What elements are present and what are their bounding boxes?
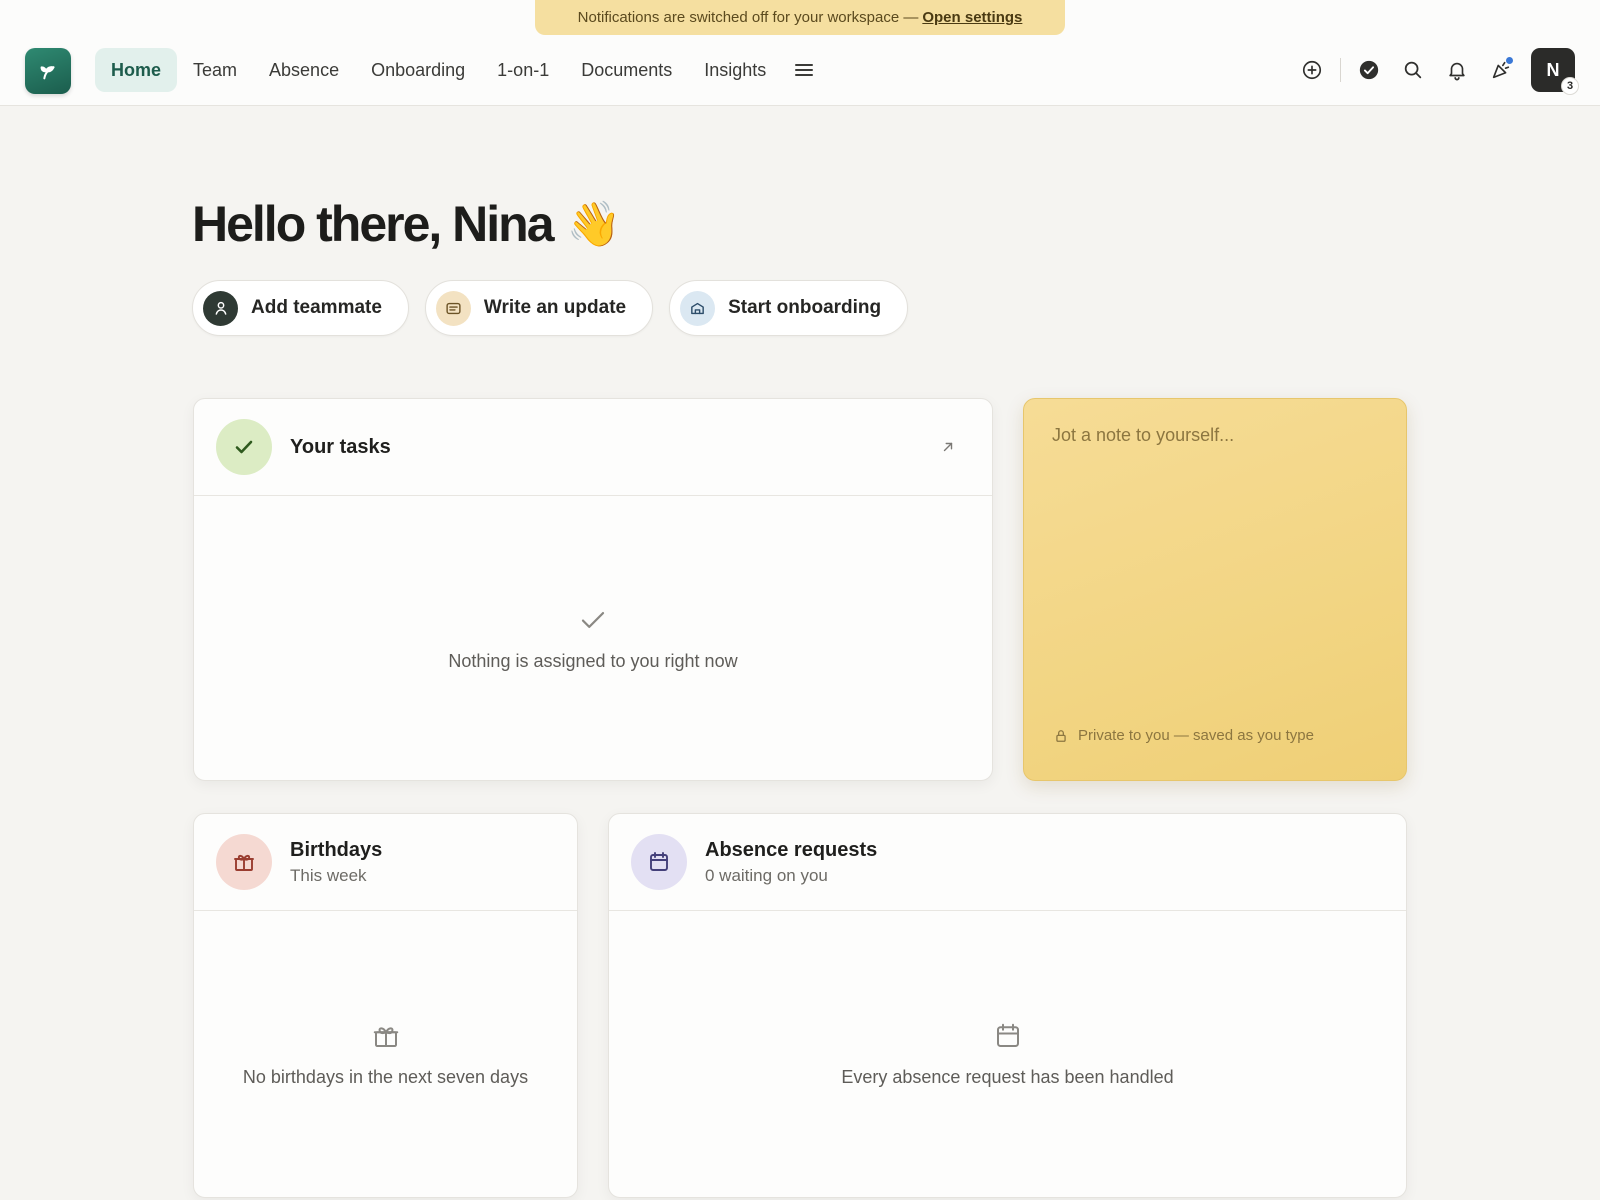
check-circle-icon[interactable] — [1347, 48, 1391, 92]
birthdays-empty-state: No birthdays in the next seven days — [194, 911, 577, 1197]
page-title: Hello there, Nina 👋 — [192, 195, 621, 253]
expand-arrow-icon[interactable] — [936, 435, 960, 459]
nav-item-home[interactable]: Home — [95, 48, 178, 92]
tasks-empty-text: Nothing is assigned to you right now — [448, 650, 738, 671]
birthdays-card: Birthdays This week No birthdays in the … — [193, 813, 578, 1198]
banner-text: Notifications are switched off for your … — [577, 9, 919, 26]
birthdays-subtitle: This week — [290, 865, 367, 885]
absence-empty-text: Every absence request has been handled — [841, 1066, 1174, 1087]
tasks-card-header: Your tasks — [194, 399, 992, 496]
plus-circle-icon[interactable] — [1290, 48, 1334, 92]
nav-item-team[interactable]: Team — [177, 48, 253, 92]
birthdays-card-header: Birthdays This week — [194, 814, 577, 911]
header-actions: N 3 — [1290, 48, 1579, 95]
nav-item-absence[interactable]: Absence — [253, 48, 355, 92]
add-teammate-button[interactable]: Add teammate — [192, 280, 409, 336]
header-divider — [1340, 58, 1341, 82]
home-door-icon — [680, 290, 716, 326]
message-icon — [435, 290, 471, 326]
party-popper-icon[interactable] — [1479, 48, 1523, 92]
tasks-empty-state: Nothing is assigned to you right now — [194, 496, 992, 780]
open-settings-link[interactable]: Open settings — [922, 9, 1022, 26]
waving-hand-icon: 👋 — [566, 200, 622, 249]
absence-card: Absence requests 0 waiting on you Every … — [608, 813, 1407, 1198]
birthdays-title: Birthdays — [290, 838, 383, 861]
notification-dot — [1506, 57, 1513, 64]
birthdays-empty-text: No birthdays in the next seven days — [242, 1066, 529, 1087]
start-onboarding-label: Start onboarding — [728, 297, 882, 318]
note-textarea[interactable] — [1052, 425, 1378, 705]
absence-empty-state: Every absence request has been handled — [609, 911, 1406, 1197]
start-onboarding-button[interactable]: Start onboarding — [669, 280, 909, 336]
tasks-title: Your tasks — [290, 435, 391, 458]
gift-icon — [216, 834, 272, 890]
checkmark-icon — [216, 419, 272, 475]
avatar-initial: N — [1546, 59, 1560, 80]
nav-item-1-on-1[interactable]: 1-on-1 — [481, 48, 565, 92]
greeting-text: Hello there, Nina — [192, 196, 555, 252]
search-icon[interactable] — [1391, 48, 1435, 92]
nav-item-insights[interactable]: Insights — [688, 48, 782, 92]
absence-card-header: Absence requests 0 waiting on you — [609, 814, 1406, 911]
write-update-label: Write an update — [483, 297, 627, 318]
absence-subtitle: 0 waiting on you — [705, 865, 828, 885]
avatar-badge: 3 — [1561, 77, 1579, 95]
calendar-icon — [631, 834, 687, 890]
person-icon — [203, 290, 238, 326]
note-footer: Private to you — saved as you type — [1054, 727, 1314, 744]
quick-actions: Add teammate Write an update Start onboa… — [192, 280, 909, 336]
add-teammate-label: Add teammate — [251, 297, 382, 318]
note-footer-text: Private to you — saved as you type — [1078, 727, 1314, 744]
notification-banner: Notifications are switched off for your … — [535, 0, 1065, 35]
sticky-note: Private to you — saved as you type — [1023, 398, 1407, 781]
main-nav: Home Team Absence Onboarding 1-on-1 Docu… — [95, 48, 826, 92]
check-icon — [581, 611, 605, 628]
absence-title: Absence requests — [705, 838, 878, 861]
nav-item-onboarding[interactable]: Onboarding — [355, 48, 481, 92]
app-logo[interactable] — [25, 48, 71, 94]
gift-outline-icon — [373, 1026, 398, 1047]
lock-icon — [1056, 729, 1066, 742]
write-update-button[interactable]: Write an update — [424, 280, 654, 336]
user-avatar[interactable]: N 3 — [1531, 48, 1579, 95]
sprout-icon — [40, 66, 55, 80]
tasks-card: Your tasks Nothing is assigned to you ri… — [193, 398, 993, 781]
calendar-outline-icon — [996, 1023, 1019, 1047]
nav-item-documents[interactable]: Documents — [565, 48, 688, 92]
bell-icon[interactable] — [1435, 48, 1479, 92]
hamburger-menu-icon[interactable] — [782, 48, 826, 92]
